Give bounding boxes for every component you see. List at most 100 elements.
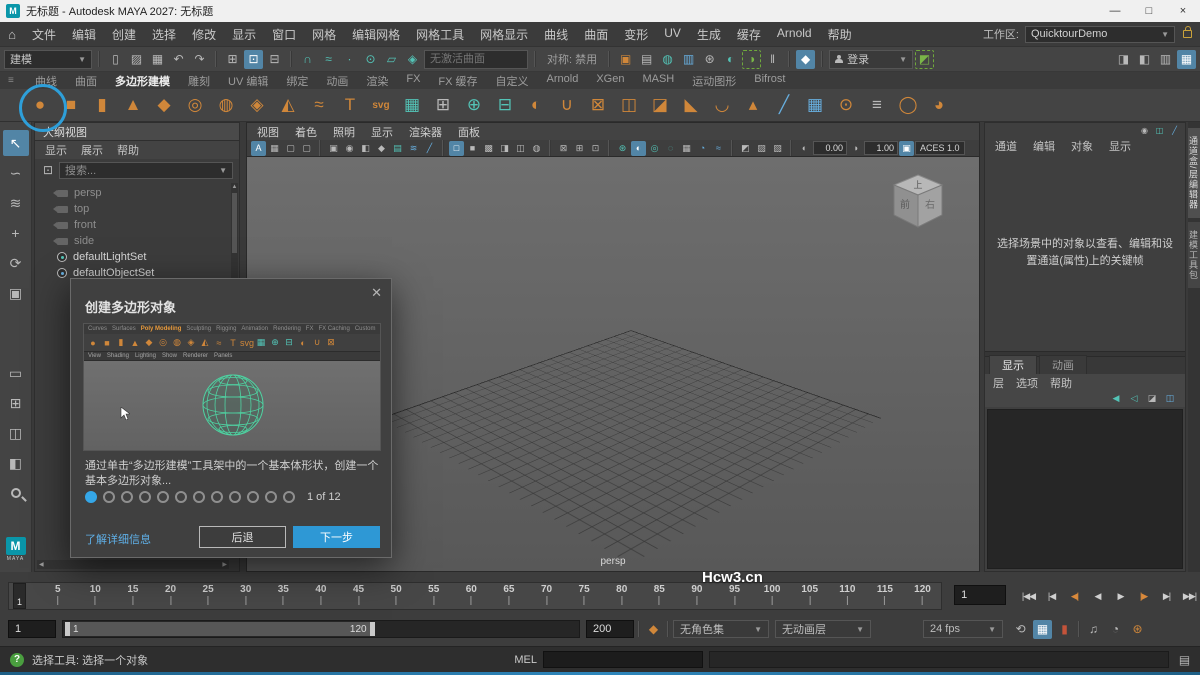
bevel-icon[interactable]: ◣ <box>677 91 705 119</box>
workspace-select[interactable]: QuicktourDemo ▼ <box>1025 26 1175 43</box>
extract-icon[interactable]: ◫ <box>615 91 643 119</box>
scroll-right-icon[interactable]: ▶ <box>222 561 227 568</box>
menu-2[interactable]: 创建 <box>104 26 144 43</box>
gamma-icon[interactable]: ◑ <box>848 141 863 156</box>
step-forward-key-button[interactable]: |▶ <box>1133 587 1154 605</box>
isolate-select-icon[interactable]: ◩ <box>738 141 753 156</box>
render-frame-icon[interactable]: ▤ <box>637 50 656 69</box>
menu-5[interactable]: 显示 <box>224 26 264 43</box>
material-override-icon[interactable]: ◨ <box>497 141 512 156</box>
layer-tab-1[interactable]: 动画 <box>1039 355 1087 374</box>
menu-3[interactable]: 选择 <box>144 26 184 43</box>
four-pane-layout-icon[interactable]: ⊞ <box>3 390 29 416</box>
crease-icon[interactable]: ≡ <box>863 91 891 119</box>
back-button[interactable]: 后退 <box>199 526 286 548</box>
shadows-icon[interactable]: ◐ <box>631 141 646 156</box>
poly-disc-icon[interactable]: ◍ <box>171 337 183 349</box>
measure-icon[interactable]: ⊟ <box>491 91 519 119</box>
outliner-menu-0[interactable]: 显示 <box>45 142 67 158</box>
split-pane-layout-icon[interactable]: ◫ <box>3 420 29 446</box>
outliner-horizontal-scrollbar[interactable]: ◀▶ <box>37 560 229 569</box>
sidebar-vertical-tab-1[interactable]: 建模工具包 <box>1188 222 1200 288</box>
gamma-field[interactable]: 1.00 <box>864 141 898 155</box>
layer-list[interactable] <box>987 409 1183 569</box>
channel-menu-0[interactable]: 通道 <box>995 138 1017 154</box>
shelf-tab-3[interactable]: 雕刻 <box>179 73 219 89</box>
fog-icon[interactable]: ≈ <box>711 141 726 156</box>
anti-aliasing-icon[interactable]: ▦ <box>679 141 694 156</box>
clip-editor-icon[interactable]: ▦ <box>1033 620 1052 639</box>
single-pane-layout-icon[interactable]: ▭ <box>3 360 29 386</box>
exposure-field[interactable]: 0.00 <box>813 141 847 155</box>
menu-4[interactable]: 修改 <box>184 26 224 43</box>
page-dot-10[interactable] <box>247 491 259 503</box>
viewport-menu-3[interactable]: 显示 <box>371 124 393 140</box>
textured-icon[interactable]: ▩ <box>481 141 496 156</box>
pan-zoom-icon[interactable]: ≋ <box>406 141 421 156</box>
page-dot-7[interactable] <box>193 491 205 503</box>
layer-tab-0[interactable]: 显示 <box>989 355 1037 374</box>
type-tool-icon[interactable]: T <box>227 337 239 349</box>
scale-tool-icon[interactable]: ▣ <box>3 280 29 306</box>
scene-assembly-icon[interactable]: ⊞ <box>429 91 457 119</box>
poly-cone-icon[interactable]: ▲ <box>129 337 141 349</box>
xray-icon[interactable]: ▨ <box>754 141 769 156</box>
time-slider-ruler[interactable]: 1 51015202530354045505560657075808590951… <box>8 582 942 610</box>
active-surface-field[interactable] <box>424 50 528 69</box>
shelf-tab-4[interactable]: UV 编辑 <box>219 73 277 89</box>
menu-1[interactable]: 编辑 <box>64 26 104 43</box>
menu-12[interactable]: 曲面 <box>576 26 616 43</box>
close-button[interactable]: × <box>1166 0 1200 22</box>
view-cube[interactable]: 上 前 右 <box>889 171 947 233</box>
layer-playback-icon[interactable]: ◁ <box>1127 391 1141 405</box>
minimize-button[interactable]: — <box>1098 0 1132 22</box>
step-forward-frame-button[interactable]: ▶| <box>1156 587 1177 605</box>
attribute-editor-toggle-icon[interactable]: ◨ <box>1114 50 1133 69</box>
move-tool-icon[interactable]: + <box>3 220 29 246</box>
viewport-menu-2[interactable]: 照明 <box>333 124 355 140</box>
fps-select[interactable]: 24 fps▼ <box>923 620 1003 638</box>
locator-icon[interactable]: ⊕ <box>460 91 488 119</box>
page-dot-6[interactable] <box>175 491 187 503</box>
audio-icon[interactable]: ♫ <box>1084 620 1103 639</box>
colorspace-chip[interactable]: ACES 1.0 <box>915 141 965 155</box>
step-back-key-button[interactable]: ◀| <box>1064 587 1085 605</box>
render-sequence-icon[interactable]: ▥ <box>679 50 698 69</box>
camera-lock-icon[interactable]: ◉ <box>342 141 357 156</box>
separate-icon[interactable]: ⊠ <box>325 337 337 349</box>
channel-menu-3[interactable]: 显示 <box>1109 138 1131 154</box>
anim-layer-select[interactable]: 无动画层▼ <box>775 620 871 638</box>
zoom-layout-icon[interactable] <box>3 480 29 506</box>
go-to-end-button[interactable]: ▶▶| <box>1179 587 1200 605</box>
motion-blur-icon[interactable]: ◌ <box>663 141 678 156</box>
outliner-pane-layout-icon[interactable]: ◧ <box>3 450 29 476</box>
range-slider[interactable]: 1 120 <box>62 620 580 638</box>
layer-visibility-icon[interactable]: ◀ <box>1109 391 1123 405</box>
sweep-mesh-icon[interactable]: ◭ <box>274 91 302 119</box>
shelf-tab-8[interactable]: FX <box>397 73 429 89</box>
page-dot-12[interactable] <box>283 491 295 503</box>
scrollbar-thumb[interactable] <box>232 193 237 253</box>
layer-menu-2[interactable]: 帮助 <box>1050 375 1072 391</box>
select-component-icon[interactable]: ⊟ <box>265 50 284 69</box>
platonic-solid-icon[interactable]: ◈ <box>243 91 271 119</box>
shelf-tab-1[interactable]: 曲面 <box>66 73 106 89</box>
select-hierarchy-icon[interactable]: ⊞ <box>223 50 242 69</box>
curve-tool-icon[interactable]: ≈ <box>213 337 225 349</box>
depth-of-field-icon[interactable]: ◔ <box>695 141 710 156</box>
shelf-tab-10[interactable]: 自定义 <box>487 73 538 89</box>
channel-edit-icon[interactable]: ╱ <box>1168 124 1181 136</box>
modeling-toolkit-toggle-icon[interactable]: ▦ <box>1177 50 1196 69</box>
camera-attributes-icon[interactable]: ◧ <box>358 141 373 156</box>
channel-box-toggle-icon[interactable]: ▥ <box>1156 50 1175 69</box>
scroll-left-icon[interactable]: ◀ <box>39 561 44 568</box>
poly-cube-icon[interactable]: ■ <box>101 337 113 349</box>
menu-0[interactable]: 文件 <box>24 26 64 43</box>
render-settings-icon[interactable]: ⊛ <box>700 50 719 69</box>
current-frame-field[interactable]: 1 <box>954 585 1006 605</box>
viewport-menu-1[interactable]: 着色 <box>295 124 317 140</box>
snap-curve-icon[interactable]: ≈ <box>319 50 338 69</box>
platonic-solid-icon[interactable]: ◈ <box>185 337 197 349</box>
combine-icon[interactable]: ∪ <box>311 337 323 349</box>
disabled-renderer2-icon[interactable]: ▢ <box>299 141 314 156</box>
